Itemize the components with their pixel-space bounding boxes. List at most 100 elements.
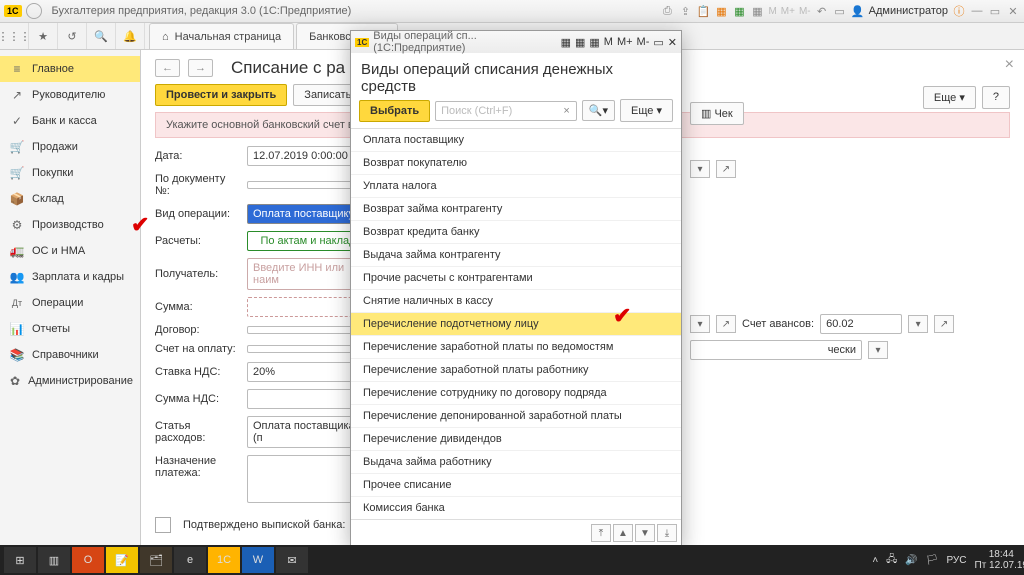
adv-dd[interactable]: ▾: [908, 315, 928, 333]
word-icon[interactable]: W: [242, 547, 274, 573]
side-manager[interactable]: ↗Руководителю: [0, 82, 140, 108]
dlg-rest-icon[interactable]: ▭: [653, 36, 663, 49]
dd-adv[interactable]: ▾: [690, 315, 710, 333]
dlg-row[interactable]: Возврат кредита банку: [351, 221, 681, 244]
post-close-button[interactable]: Провести и закрыть: [155, 84, 287, 106]
dlg-row[interactable]: Выдача займа работнику: [351, 451, 681, 474]
side-sales[interactable]: 🛒Продажи: [0, 134, 140, 160]
print-icon[interactable]: ⎙: [660, 4, 674, 18]
dlg-bot-icon[interactable]: ⤓: [657, 524, 677, 542]
auto-input[interactable]: чески: [690, 340, 862, 360]
opera-icon[interactable]: O: [72, 547, 104, 573]
dlg-down-icon[interactable]: ▼: [635, 524, 655, 542]
dlg-more-button[interactable]: Еще ▾: [620, 99, 673, 122]
auto-dd[interactable]: ▾: [868, 341, 888, 359]
nav-fwd[interactable]: →: [188, 59, 213, 77]
restore-icon[interactable]: ▭: [988, 4, 1002, 18]
apps-icon[interactable]: ⋮⋮⋮: [0, 23, 29, 49]
dlg-row[interactable]: Оплата поставщику: [351, 129, 681, 152]
tray-flag-icon[interactable]: 🏳: [926, 555, 939, 566]
star-icon[interactable]: ★: [29, 23, 58, 49]
history-icon[interactable]: ↺: [58, 23, 87, 49]
ie-icon[interactable]: e: [174, 547, 206, 573]
advance-acct-input[interactable]: 60.02: [820, 314, 902, 334]
sidebar: ≡Главное ↗Руководителю ✓Банк и касса 🛒Пр…: [0, 50, 141, 547]
dlg-row[interactable]: Перечисление подотчетному лицу: [351, 313, 681, 336]
close-icon[interactable]: ✕: [1006, 4, 1020, 18]
grid-icon[interactable]: ▦: [750, 4, 764, 18]
side-os[interactable]: 🚛ОС и НМА: [0, 238, 140, 264]
mplus-mem[interactable]: M+: [781, 6, 795, 17]
open-adv[interactable]: ↗: [716, 315, 736, 333]
box-icon[interactable]: ▭: [833, 4, 847, 18]
dlg-row[interactable]: Прочее списание: [351, 474, 681, 497]
dlg-row[interactable]: Комиссия банка: [351, 497, 681, 519]
nav-back[interactable]: ←: [155, 59, 180, 77]
dlg-row[interactable]: Выдача займа контрагенту: [351, 244, 681, 267]
dlg-top-icon[interactable]: ⤒: [591, 524, 611, 542]
calendar2-icon[interactable]: ▦: [732, 4, 746, 18]
systray[interactable]: ˄ 🖧 🔊 🏳 РУС 18:44Пт 12.07.19: [872, 549, 1024, 571]
adv-open[interactable]: ↗: [934, 315, 954, 333]
1c-task-icon[interactable]: 1C: [208, 547, 240, 573]
dd1-open[interactable]: ↗: [716, 160, 736, 178]
calendar1-icon[interactable]: ▦: [714, 4, 728, 18]
side-admin[interactable]: ✿Администрирование: [0, 368, 140, 394]
clipboard-icon[interactable]: 📋: [696, 4, 710, 18]
mminus-mem[interactable]: M-: [799, 6, 811, 17]
bell-icon[interactable]: 🔔: [116, 23, 145, 49]
tray-net-icon[interactable]: 🖧: [886, 552, 897, 569]
more-button[interactable]: Еще ▾: [923, 86, 976, 109]
help-button[interactable]: ?: [982, 86, 1010, 109]
form-close-icon[interactable]: ×: [1005, 56, 1014, 74]
dlg-row[interactable]: Перечисление дивидендов: [351, 428, 681, 451]
search-icon[interactable]: 🔍: [87, 23, 116, 49]
dlg-row[interactable]: Прочие расчеты с контрагентами: [351, 267, 681, 290]
confirm-checkbox[interactable]: [155, 517, 171, 533]
tray-vol-icon[interactable]: 🔊: [905, 555, 917, 566]
side-ops[interactable]: ДтОперации: [0, 290, 140, 316]
dlg-row[interactable]: Перечисление депонированной заработной п…: [351, 405, 681, 428]
dlg-row[interactable]: Возврат займа контрагенту: [351, 198, 681, 221]
back-icon[interactable]: ↶: [815, 4, 829, 18]
dlg-row[interactable]: Перечисление заработной платы по ведомос…: [351, 336, 681, 359]
side-wh[interactable]: 📦Склад: [0, 186, 140, 212]
user-label[interactable]: Администратор: [869, 5, 948, 17]
dlg-row[interactable]: Снятие наличных в кассу: [351, 290, 681, 313]
circle-icon[interactable]: [26, 3, 42, 19]
cheque-block: ▥ Чек: [690, 102, 744, 125]
dlg-search-input[interactable]: Поиск (Ctrl+F): [435, 101, 577, 121]
choose-button[interactable]: Выбрать: [359, 100, 430, 122]
dlg-grid-icon[interactable]: ▦: [589, 36, 599, 49]
m-mem[interactable]: M: [768, 6, 776, 17]
start-button[interactable]: ⊞: [4, 547, 36, 573]
taskview-icon[interactable]: ▥: [38, 547, 70, 573]
dd1[interactable]: ▾: [690, 160, 710, 178]
dlg-row[interactable]: Уплата налога: [351, 175, 681, 198]
side-prod[interactable]: ⚙Производство: [0, 212, 140, 238]
dlg-find-button[interactable]: 🔍▾: [582, 100, 615, 121]
minimize-icon[interactable]: —: [970, 4, 984, 18]
cheque-button[interactable]: ▥ Чек: [690, 102, 744, 125]
info-icon[interactable]: ⓘ: [952, 4, 966, 18]
tray-up-icon[interactable]: ˄: [872, 555, 878, 566]
dlg-row[interactable]: Возврат покупателю: [351, 152, 681, 175]
note-icon[interactable]: 📝: [106, 547, 138, 573]
side-main[interactable]: ≡Главное: [0, 56, 140, 82]
side-reports[interactable]: 📊Отчеты: [0, 316, 140, 342]
dlg-row[interactable]: Перечисление сотруднику по договору подр…: [351, 382, 681, 405]
side-purch[interactable]: 🛒Покупки: [0, 160, 140, 186]
dlg-cal2-icon[interactable]: ▦: [575, 36, 585, 49]
side-refs[interactable]: 📚Справочники: [0, 342, 140, 368]
explorer-icon[interactable]: 🗂: [140, 547, 172, 573]
dlg-cal1-icon[interactable]: ▦: [561, 36, 571, 49]
dlg-row[interactable]: Перечисление заработной платы работнику: [351, 359, 681, 382]
arrow-icon[interactable]: ⇪: [678, 4, 692, 18]
side-bank[interactable]: ✓Банк и касса: [0, 108, 140, 134]
tab-home[interactable]: ⌂Начальная страница: [149, 23, 294, 49]
mail-icon[interactable]: ✉: [276, 547, 308, 573]
dlg-up-icon[interactable]: ▲: [613, 524, 633, 542]
dlg-close-icon[interactable]: ✕: [668, 36, 677, 49]
tray-lang[interactable]: РУС: [946, 555, 966, 566]
side-hr[interactable]: 👥Зарплата и кадры: [0, 264, 140, 290]
